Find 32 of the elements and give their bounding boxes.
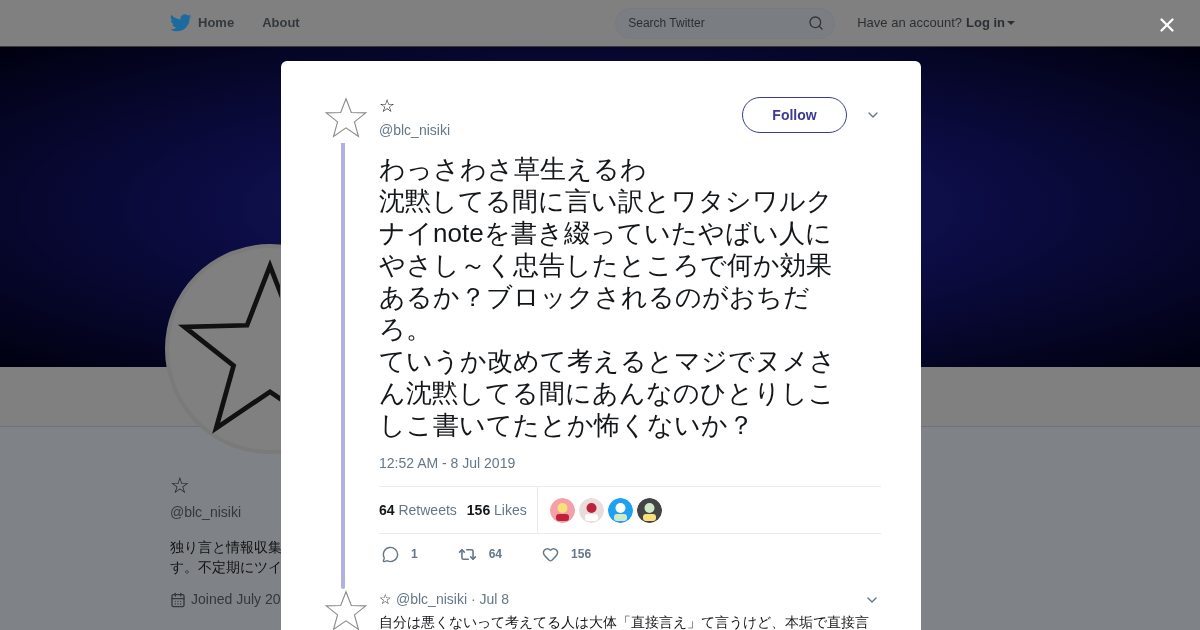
- action-button[interactable]: 64: [457, 544, 503, 564]
- action-button[interactable]: 1: [382, 545, 418, 563]
- stat-link[interactable]: 156 Likes: [466, 499, 527, 521]
- reply-date: · Jul 8: [471, 590, 511, 609]
- avatar-star-icon: [324, 589, 368, 630]
- nav-link[interactable]: About: [262, 13, 300, 33]
- reply-icon: [382, 545, 399, 563]
- joined-date: Joined July 20: [191, 590, 281, 609]
- stat-link[interactable]: 64 Retweets: [379, 499, 457, 521]
- author-name: ☆: [379, 96, 396, 116]
- tweet-text: 沈黙してる間に言い訳とワタシワルクナイnoteを書き綴っていたやばい人にやさし～く忠告したところで何か効果あるか？ブロックされるのがおちだろ。: [379, 185, 834, 345]
- reply-text: 自分は悪くないって考えてる人は大体「直接言え」て言うけど、本垢で直接言: [379, 613, 870, 630]
- tweet-text: わっさわさ草生えるわ: [379, 153, 648, 185]
- bio-text: 独り言と情報収集: [170, 538, 282, 557]
- account-prompt: Have an account?: [857, 14, 962, 33]
- caret-icon: [1007, 21, 1015, 25]
- author-handle: @blc_nisiki: [379, 121, 451, 140]
- calendar-icon: [170, 591, 186, 608]
- action-button[interactable]: 156: [542, 545, 592, 563]
- profile-handle: @blc_nisiki: [170, 503, 241, 522]
- bio-text: す。不定期にツイ: [170, 558, 282, 577]
- search-icon[interactable]: [808, 14, 825, 31]
- heart-icon: [542, 545, 560, 563]
- login-button[interactable]: Log in: [966, 13, 1015, 33]
- tweet-text: ていうか改めて考えるとマジでヌメさん沈黙してる間にあんなのひとりしこしこ書いてたとか怖くないか？: [379, 345, 837, 441]
- tweet-timestamp: 12:52 AM - 8 Jul 2019: [379, 454, 517, 473]
- search-field[interactable]: Search Twitter: [615, 7, 836, 39]
- reply-author-name: ☆: [379, 590, 392, 609]
- avatar-star-icon: [324, 96, 368, 140]
- reply-handle: @blc_nisiki: [396, 590, 467, 609]
- nav-link[interactable]: Home: [198, 13, 235, 33]
- profile-name: ☆: [170, 472, 190, 500]
